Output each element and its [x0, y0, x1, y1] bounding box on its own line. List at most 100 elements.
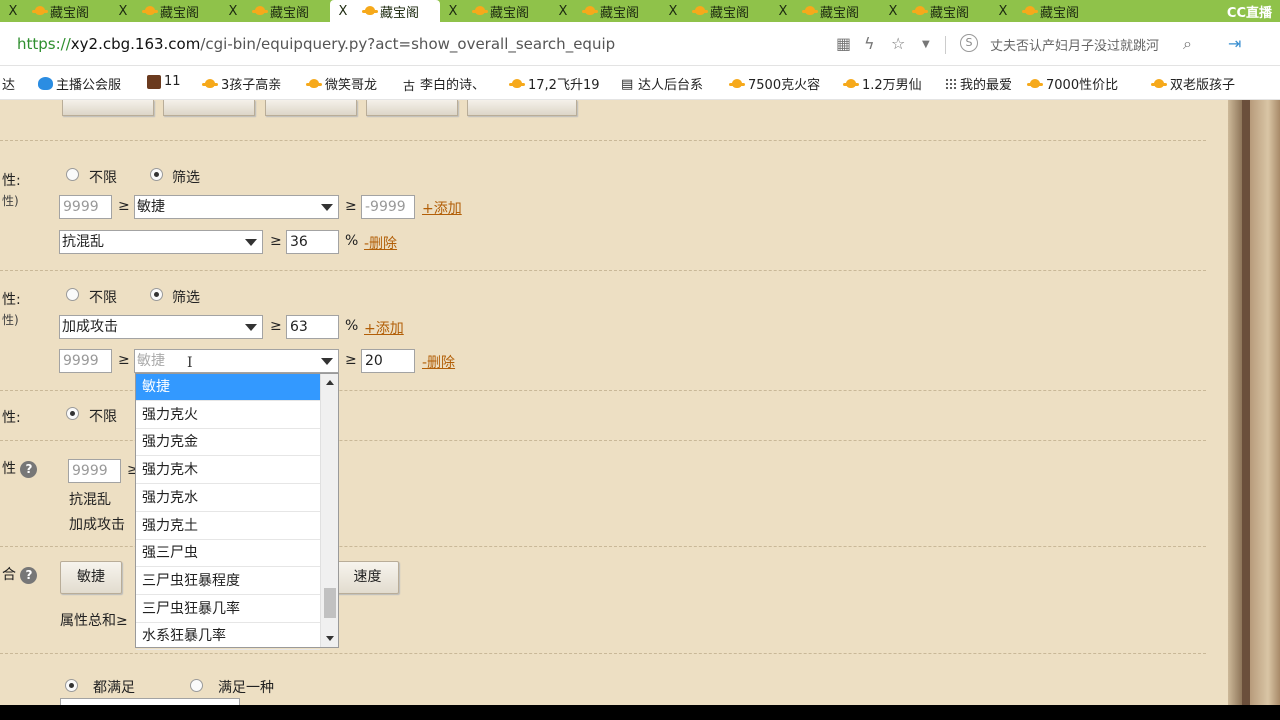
browser-tab[interactable]: X 藏宝阁: [0, 0, 110, 22]
top-button-2[interactable]: [163, 100, 255, 116]
radio-unlimited[interactable]: [66, 407, 79, 420]
url-field[interactable]: https://xy2.cbg.163.com/cgi-bin/equipque…: [17, 35, 615, 53]
radio-filter[interactable]: [150, 168, 163, 181]
attribute-select-open[interactable]: 敏捷: [134, 349, 339, 373]
lightning-icon[interactable]: ϟ: [864, 34, 875, 53]
browser-tab[interactable]: X 藏宝阁: [220, 0, 330, 22]
dropdown-option[interactable]: 强力克金: [136, 429, 320, 456]
dropdown-option[interactable]: 强力克木: [136, 457, 320, 484]
cbg-icon: [582, 4, 598, 18]
browser-tab[interactable]: X 藏宝阁: [990, 0, 1100, 22]
qr-icon[interactable]: ▦: [836, 34, 851, 53]
close-icon[interactable]: X: [556, 4, 570, 19]
close-icon[interactable]: X: [996, 4, 1010, 19]
radio-filter-label: 筛选: [172, 170, 200, 186]
browser-tab[interactable]: X 藏宝阁: [770, 0, 880, 22]
value-input[interactable]: 63: [286, 315, 339, 339]
browser-tab[interactable]: X 藏宝阁: [110, 0, 220, 22]
bookmark-item[interactable]: 7500克火容: [729, 74, 820, 93]
divider: [945, 36, 946, 54]
radio-all[interactable]: [65, 679, 78, 692]
login-icon[interactable]: ⇥: [1228, 34, 1241, 53]
close-icon[interactable]: X: [446, 4, 460, 19]
scroll-thumb[interactable]: [324, 588, 336, 618]
close-icon[interactable]: X: [226, 4, 240, 19]
close-icon[interactable]: X: [776, 4, 790, 19]
delete-link[interactable]: -删除: [364, 233, 397, 253]
agility-button[interactable]: 敏捷: [60, 561, 122, 594]
help-icon[interactable]: ?: [20, 567, 38, 584]
bookmark-item[interactable]: 11: [147, 74, 181, 89]
dropdown-option[interactable]: 强力克火: [136, 402, 320, 429]
browser-tab[interactable]: X 藏宝阁: [440, 0, 550, 22]
help-icon[interactable]: ?: [20, 461, 38, 478]
speed-button[interactable]: 速度: [336, 561, 399, 594]
scrollbar[interactable]: [320, 374, 338, 647]
attribute-select[interactable]: 加成攻击: [59, 315, 263, 339]
cbg-icon: [1027, 77, 1043, 91]
top-button-1[interactable]: [62, 100, 154, 116]
close-icon[interactable]: X: [6, 4, 20, 19]
delete-link[interactable]: -删除: [422, 352, 455, 372]
section5-label: 合 ?: [2, 564, 38, 584]
bookmark-item[interactable]: 主播公会服: [38, 74, 121, 93]
scroll-down-icon[interactable]: [326, 636, 334, 641]
bookmark-item[interactable]: 微笑哥龙: [306, 74, 377, 93]
min-input[interactable]: 9999: [68, 459, 121, 483]
add-link[interactable]: +添加: [364, 318, 404, 338]
star-icon[interactable]: ☆: [891, 34, 905, 53]
close-icon[interactable]: X: [336, 4, 350, 19]
bookmark-label: 达人后台系: [638, 78, 704, 93]
browser-tab[interactable]: X 藏宝阁: [880, 0, 990, 22]
close-icon[interactable]: X: [886, 4, 900, 19]
attribute-select[interactable]: 抗混乱: [59, 230, 263, 254]
attribute-select[interactable]: 敏捷: [134, 195, 339, 219]
value-input[interactable]: -9999: [361, 195, 415, 219]
min-input[interactable]: 9999: [59, 195, 112, 219]
dropdown-icon[interactable]: ▼: [922, 39, 930, 50]
blue-bird-icon: [38, 77, 53, 90]
dropdown-option[interactable]: 三尸虫狂暴几率: [136, 596, 320, 623]
dropdown-option[interactable]: 强三尸虫: [136, 540, 320, 567]
close-icon[interactable]: X: [666, 4, 680, 19]
scroll-up-icon[interactable]: [326, 380, 334, 385]
top-button-4[interactable]: [366, 100, 458, 116]
bottom-input[interactable]: [60, 698, 240, 705]
dropdown-option[interactable]: 三尸虫狂暴程度: [136, 568, 320, 595]
dropdown-option[interactable]: 敏捷: [136, 374, 320, 401]
browser-tab[interactable]: X 藏宝阁: [330, 0, 440, 22]
bookmark-item[interactable]: 17,2飞升19: [509, 74, 600, 93]
bookmark-item[interactable]: ▤ 达人后台系: [621, 74, 704, 94]
cbg-icon: [912, 4, 928, 18]
section4-label: 性 ?: [2, 458, 38, 478]
add-link[interactable]: +添加: [422, 198, 462, 218]
dropdown-option[interactable]: 水系狂暴几率: [136, 623, 320, 650]
value-input[interactable]: 20: [361, 349, 415, 373]
bookmark-item[interactable]: 我的最爱: [945, 74, 1012, 93]
radio-unlimited[interactable]: [66, 288, 79, 301]
close-icon[interactable]: X: [116, 4, 130, 19]
bookmark-item[interactable]: 3孩子高亲: [202, 74, 281, 93]
browser-tab[interactable]: X 藏宝阁: [660, 0, 770, 22]
search-input[interactable]: 丈夫否认产妇月子没过就跳河: [990, 35, 1159, 54]
top-button-3[interactable]: [265, 100, 357, 116]
top-button-5[interactable]: [467, 100, 577, 116]
browser-tab[interactable]: X 藏宝阁: [550, 0, 660, 22]
radio-unlimited[interactable]: [66, 168, 79, 181]
bookmark-item[interactable]: 双老版孩子: [1151, 74, 1235, 93]
frame-bar: [1250, 100, 1280, 705]
search-engine-icon[interactable]: S: [960, 34, 978, 52]
radio-one[interactable]: [190, 679, 203, 692]
dropdown-option[interactable]: 强力克土: [136, 513, 320, 540]
value-input[interactable]: 36: [286, 230, 339, 254]
tab-label: 藏宝阁: [1040, 5, 1080, 21]
search-icon[interactable]: ⌕: [1183, 34, 1192, 54]
bookmark-item[interactable]: 古李白的诗、: [403, 74, 485, 93]
radio-filter[interactable]: [150, 288, 163, 301]
dropdown-option[interactable]: 强力克水: [136, 485, 320, 512]
bookmark-item[interactable]: 达: [2, 74, 15, 93]
bookmark-item[interactable]: 1.2万男仙: [843, 74, 922, 93]
bookmark-item[interactable]: 7000性价比: [1027, 74, 1118, 93]
attribute-dropdown-list[interactable]: 敏捷 强力克火 强力克金 强力克木 强力克水 强力克土 强三尸虫 三尸虫狂暴程度 三尸虫狂暴几率…: [135, 373, 339, 650]
min-input[interactable]: 9999: [59, 349, 112, 373]
